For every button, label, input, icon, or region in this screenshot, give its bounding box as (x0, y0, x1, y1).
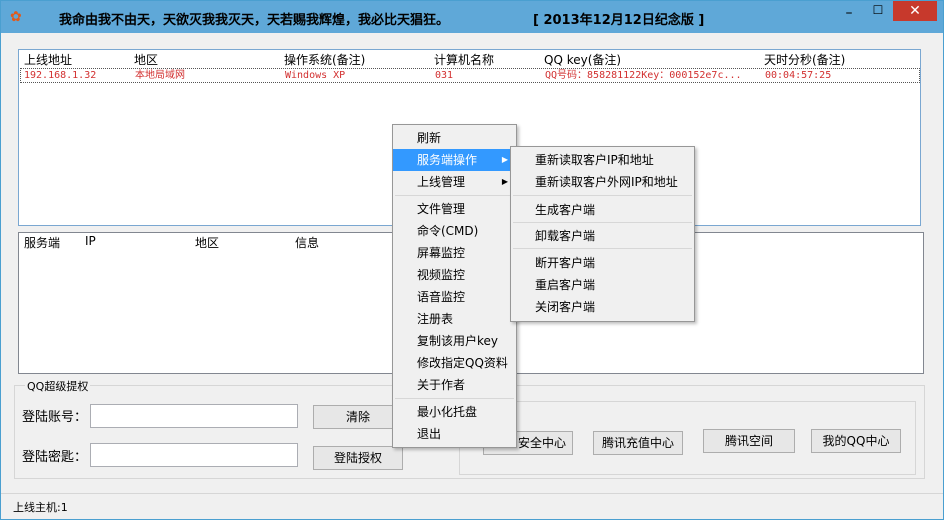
submenu-item-label: 卸载客户端 (535, 229, 596, 243)
menu-separator (513, 248, 692, 249)
submenu-item-label: 重新读取客户外网IP和地址 (535, 175, 678, 189)
menu-item-label: 上线管理 (417, 175, 466, 189)
menu-item-label: 退出 (417, 427, 442, 441)
menu-separator (395, 195, 514, 196)
submenu-item-label: 重启客户端 (535, 278, 596, 292)
cell-region: 本地局域网 (135, 70, 185, 81)
menu-item-label: 修改指定QQ资料 (417, 356, 508, 370)
menu-item-label: 服务端操作 (417, 153, 478, 167)
close-button[interactable]: ✕ (893, 1, 937, 21)
menu-item-label: 关于作者 (417, 378, 466, 392)
menu-item-minimize-tray[interactable]: 最小化托盘 (393, 401, 516, 423)
recharge-center-button[interactable]: 腾讯充值中心 (593, 431, 683, 455)
qzone-button[interactable]: 腾讯空间 (703, 429, 795, 453)
menu-item-screen[interactable]: 屏幕监控 (393, 242, 516, 264)
col-header-region2[interactable]: 地区 (195, 234, 219, 250)
submenu-arrow-icon: ▶ (501, 177, 508, 186)
cell-ip: 192.168.1.32 (24, 70, 97, 81)
table-row[interactable]: 192.168.1.32 本地局域网 Windows XP 031 QQ号码：8… (20, 68, 920, 83)
online-count: 上线主机:1 (13, 501, 68, 514)
menu-item-label: 视频监控 (417, 268, 466, 282)
minimize-button[interactable]: – (835, 5, 863, 27)
submenu-arrow-icon: ▶ (501, 155, 508, 164)
menu-item-exit[interactable]: 退出 (393, 423, 516, 445)
menu-item-label: 屏幕监控 (417, 246, 466, 260)
menu-item-server-ops[interactable]: 服务端操作 ▶ (393, 149, 516, 171)
menu-item-label: 最小化托盘 (417, 405, 478, 419)
cell-os: Windows XP (285, 70, 346, 81)
menu-item-cmd[interactable]: 命令(CMD) (393, 220, 516, 242)
menu-item-label: 语音监控 (417, 290, 466, 304)
edition-label: [ 2013年12月12日纪念版 ] (533, 13, 705, 28)
menu-separator (513, 195, 692, 196)
login-auth-button[interactable]: 登陆授权 (313, 446, 403, 470)
menu-separator (513, 222, 692, 223)
menu-item-label: 注册表 (417, 312, 454, 326)
submenu-item-label: 重新读取客户IP和地址 (535, 153, 654, 167)
menu-separator (395, 398, 514, 399)
account-label: 登陆账号： (22, 410, 88, 425)
col-header-server[interactable]: 服务端 (24, 234, 60, 250)
submenu-item-uninstall-client[interactable]: 卸载客户端 (511, 225, 694, 247)
submenu-item-label: 生成客户端 (535, 203, 596, 217)
menu-item-copy-key[interactable]: 复制该用户key (393, 330, 516, 352)
col-header-address[interactable]: 上线地址 (24, 51, 72, 67)
submenu-item-close-client[interactable]: 关闭客户端 (511, 296, 694, 318)
context-menu: 刷新 服务端操作 ▶ 上线管理 ▶ 文件管理 命令(CMD) 屏幕监控 视频监控 语… (392, 124, 517, 448)
submenu-item-restart-client[interactable]: 重启客户端 (511, 274, 694, 296)
window-title: 我命由我不由天，天欲灭我我灭天，天若赐我辉煌，我必比天猖狂。 (59, 13, 450, 28)
menu-item-about[interactable]: 关于作者 (393, 374, 516, 396)
menu-item-registry[interactable]: 注册表 (393, 308, 516, 330)
menu-item-file-mgmt[interactable]: 文件管理 (393, 198, 516, 220)
menu-item-video[interactable]: 视频监控 (393, 264, 516, 286)
col-header-region[interactable]: 地区 (134, 51, 158, 67)
cell-time: 00:04:57:25 (765, 70, 832, 81)
account-input[interactable] (90, 404, 298, 428)
menu-item-voice[interactable]: 语音监控 (393, 286, 516, 308)
col-header-ip[interactable]: IP (85, 234, 96, 250)
my-qq-center-button[interactable]: 我的QQ中心 (811, 429, 901, 453)
maximize-button[interactable]: ☐ (867, 3, 889, 25)
menu-item-label: 刷新 (417, 131, 442, 145)
flower-icon: ✿ (10, 9, 22, 25)
submenu-item-label: 关闭客户端 (535, 300, 596, 314)
submenu-item-disconnect-client[interactable]: 断开客户端 (511, 252, 694, 274)
menu-item-label: 文件管理 (417, 202, 466, 216)
col-header-info[interactable]: 信息 (295, 234, 319, 250)
menu-item-label: 复制该用户key (417, 334, 499, 348)
clear-button[interactable]: 清除 (313, 405, 403, 429)
menu-item-label: 命令(CMD) (417, 224, 479, 238)
col-header-qqkey[interactable]: QQ key(备注) (544, 51, 621, 67)
col-header-time[interactable]: 天时分秒(备注) (764, 51, 845, 67)
cell-name: 031 (435, 70, 454, 81)
server-ops-submenu: 重新读取客户IP和地址 重新读取客户外网IP和地址 生成客户端 卸载客户端 断开… (510, 146, 695, 322)
submenu-item-reread-wan-ip[interactable]: 重新读取客户外网IP和地址 (511, 171, 694, 193)
submenu-item-reread-ip[interactable]: 重新读取客户IP和地址 (511, 149, 694, 171)
col-header-os[interactable]: 操作系统(备注) (284, 51, 365, 67)
menu-item-online-mgmt[interactable]: 上线管理 ▶ (393, 171, 516, 193)
menu-item-refresh[interactable]: 刷新 (393, 127, 516, 149)
submenu-item-label: 断开客户端 (535, 256, 596, 270)
password-input[interactable] (90, 443, 298, 467)
title-bar[interactable]: ✿ 我命由我不由天，天欲灭我我灭天，天若赐我辉煌，我必比天猖狂。 [ 2013年… (1, 1, 943, 33)
submenu-item-build-client[interactable]: 生成客户端 (511, 199, 694, 221)
qq-group-title: QQ超级提权 (25, 378, 91, 394)
menu-item-edit-qq[interactable]: 修改指定QQ资料 (393, 352, 516, 374)
status-bar: 上线主机:1 (1, 493, 943, 520)
cell-qq: QQ号码：858281122Key：000152e7c... (545, 70, 742, 81)
col-header-computer[interactable]: 计算机名称 (434, 51, 494, 67)
password-label: 登陆密匙： (22, 450, 88, 465)
